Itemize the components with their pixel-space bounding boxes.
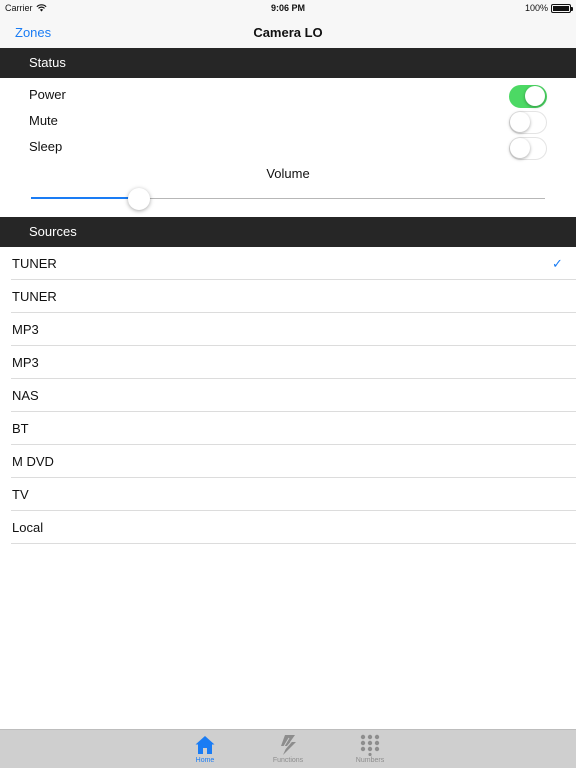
source-item[interactable]: NAS: [0, 379, 576, 412]
source-item[interactable]: M DVD: [0, 445, 576, 478]
sleep-toggle-knob: [510, 138, 530, 158]
sources-section-header: Sources: [0, 217, 576, 247]
checkmark-icon: ✓: [552, 256, 563, 271]
volume-slider[interactable]: [31, 188, 545, 210]
source-item[interactable]: BT: [0, 412, 576, 445]
tab-functions-label: Functions: [272, 757, 304, 764]
tab-functions[interactable]: Functions: [258, 730, 318, 768]
tab-numbers-label: Numbers: [355, 757, 385, 764]
mute-toggle-knob: [510, 112, 530, 132]
mute-label: Mute: [29, 113, 58, 128]
lightning-icon: [281, 735, 296, 755]
volume-slider-fill: [31, 197, 139, 199]
sleep-toggle[interactable]: [509, 137, 547, 160]
status-time: 9:06 PM: [270, 3, 305, 13]
tab-bar: Home Functions Numbers: [0, 729, 576, 768]
source-item[interactable]: MP3: [0, 313, 576, 346]
power-label: Power: [29, 87, 66, 102]
sleep-label: Sleep: [29, 139, 63, 154]
source-item-label: BT: [12, 421, 29, 436]
source-item-label: NAS: [12, 388, 39, 403]
tab-home-label: Home: [195, 757, 215, 764]
source-item[interactable]: Local: [0, 511, 576, 544]
status-bar: Carrier 9:06 PM 100%: [0, 0, 576, 16]
tab-home[interactable]: Home: [175, 730, 235, 768]
power-toggle[interactable]: [509, 85, 547, 108]
navigation-bar: Zones Camera LO: [0, 16, 576, 48]
battery-icon: [551, 3, 573, 13]
sources-list: TUNER ✓ TUNER MP3 MP3 NAS BT M DVD TV Lo…: [0, 247, 576, 544]
home-icon: [195, 736, 215, 754]
source-item-label: TUNER: [12, 289, 57, 304]
source-item[interactable]: TUNER: [0, 280, 576, 313]
source-item[interactable]: MP3: [0, 346, 576, 379]
volume-label: Volume: [266, 166, 310, 181]
source-item[interactable]: TUNER ✓: [0, 247, 576, 280]
source-item-label: Local: [12, 520, 44, 535]
divider: [11, 543, 576, 544]
volume-slider-thumb[interactable]: [127, 188, 150, 210]
page-title: Camera LO: [253, 25, 323, 40]
battery-info: 100%: [524, 3, 573, 13]
source-item-label: TV: [12, 487, 29, 502]
source-item-label: M DVD: [12, 454, 54, 469]
status-section-header: Status: [0, 48, 576, 78]
tab-numbers[interactable]: Numbers: [340, 730, 400, 768]
mute-toggle[interactable]: [509, 111, 547, 134]
source-item-label: TUNER: [12, 256, 57, 271]
battery-percent: 100%: [524, 3, 548, 13]
grid-icon: [360, 734, 380, 756]
source-item-label: MP3: [12, 355, 39, 370]
source-item[interactable]: TV: [0, 478, 576, 511]
power-toggle-knob: [525, 86, 545, 106]
source-item-label: MP3: [12, 322, 39, 337]
